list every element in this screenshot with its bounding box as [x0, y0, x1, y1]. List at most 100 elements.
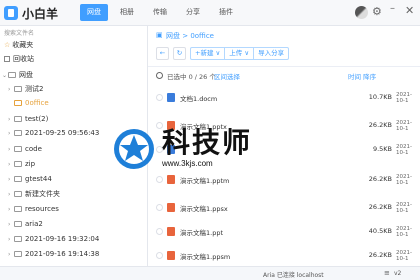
- star-icon: ☆: [4, 41, 11, 49]
- sidebar-item-favorites[interactable]: ☆ 收藏夹: [4, 39, 33, 51]
- file-name[interactable]: 演示文稿1.pptm: [180, 175, 229, 185]
- action-group: +新建 ∨ 上传 ∨ 导入分享: [190, 47, 290, 60]
- file-name[interactable]: 文档1.docm: [180, 93, 217, 103]
- file-name[interactable]: 演示文稿1.ppsm: [180, 251, 230, 261]
- row-checkbox[interactable]: [156, 176, 163, 183]
- sidebar-item-label: 新建文件夹: [25, 190, 60, 198]
- folder-icon: [8, 72, 16, 78]
- theme-toggle-icon[interactable]: [355, 6, 368, 19]
- tab-plugins[interactable]: 插件: [212, 4, 240, 21]
- toolbar: ← ↻ +新建 ∨ 上传 ∨ 导入分享: [156, 47, 293, 61]
- sidebar-item-folder[interactable]: › aria2: [8, 218, 43, 230]
- sidebar-item-label: code: [25, 145, 42, 153]
- sidebar-item-label: 回收站: [13, 55, 34, 63]
- sort-dropdown[interactable]: 时间 降序: [348, 71, 376, 81]
- sidebar-item-trash[interactable]: 回收站: [4, 53, 34, 65]
- folder-icon: [14, 116, 22, 122]
- watermark-title: 科技师: [162, 126, 253, 159]
- menu-icon[interactable]: ≡: [384, 269, 390, 277]
- file-date: 2021-10-1: [396, 92, 412, 104]
- file-name[interactable]: 演示文稿1.ppsx: [180, 203, 228, 213]
- app-title: 小白羊: [22, 7, 59, 21]
- file-row[interactable]: 演示文稿1.ppsm 26.2KB 2021-10-1: [156, 250, 420, 262]
- version-label: v2: [394, 270, 402, 277]
- tab-transfer[interactable]: 传输: [146, 4, 174, 21]
- sidebar-item-label: 2021-09-16 19:32:04: [25, 235, 100, 243]
- close-icon[interactable]: ✕: [405, 4, 414, 17]
- folder-icon: [14, 130, 22, 136]
- sidebar-item-folder[interactable]: › zip: [8, 158, 35, 170]
- list-header: 已选中 0 / 26 个 区间选择 时间 降序: [156, 70, 420, 82]
- aria-status: Aria 已连接 localhost: [263, 272, 324, 279]
- sidebar-item-folder[interactable]: › gtest44: [8, 173, 52, 185]
- selection-count: 已选中 0 / 26 个: [167, 73, 216, 81]
- powerpoint-file-icon: [167, 175, 175, 184]
- folder-icon: [14, 176, 22, 182]
- file-row[interactable]: 演示文稿1.ppt 40.5KB 2021-10-1: [156, 226, 420, 238]
- watermark: 科技师 www.3kjs.com: [112, 127, 318, 171]
- folder-icon: [14, 191, 22, 197]
- folder-icon: ▣: [156, 31, 163, 39]
- sidebar-item-folder[interactable]: › 测试2: [8, 83, 43, 95]
- sidebar-item-label: 2021-09-25 09:56:43: [25, 129, 100, 137]
- tab-album[interactable]: 相册: [113, 4, 141, 21]
- sidebar-item-folder-selected[interactable]: 0office: [8, 97, 49, 109]
- folder-icon: [14, 100, 22, 106]
- gear-icon[interactable]: ⚙: [372, 5, 382, 19]
- folder-icon: [14, 206, 22, 212]
- sidebar-item-folder[interactable]: › 2021-09-25 09:56:43: [8, 127, 99, 139]
- breadcrumb[interactable]: 网盘 > 0office: [166, 31, 214, 41]
- select-all-checkbox[interactable]: [156, 72, 163, 79]
- divider: [148, 66, 420, 67]
- tab-share[interactable]: 分享: [179, 4, 207, 21]
- app-logo-icon: [4, 6, 18, 20]
- sidebar-item-folder[interactable]: › resources: [8, 203, 59, 215]
- file-row[interactable]: 文档1.docm 10.7KB 2021-10-1: [156, 92, 420, 104]
- folder-icon: [14, 221, 22, 227]
- sidebar-item-netdisk[interactable]: ⌄ 网盘: [2, 69, 33, 81]
- import-share-button[interactable]: 导入分享: [254, 48, 288, 59]
- file-row[interactable]: 演示文稿1.pptm 26.2KB 2021-10-1: [156, 174, 420, 186]
- sidebar-item-folder[interactable]: › 2021-09-16 19:32:04: [8, 233, 99, 245]
- sidebar-item-folder[interactable]: › code: [8, 143, 42, 155]
- word-file-icon: [167, 93, 175, 102]
- powerpoint-file-icon: [167, 227, 175, 236]
- file-date: 2021-10-1: [396, 120, 412, 132]
- upload-button[interactable]: 上传 ∨: [225, 48, 255, 59]
- sidebar-item-label: 收藏夹: [12, 41, 34, 49]
- trash-icon: [4, 56, 10, 62]
- file-size: 26.2KB: [368, 251, 392, 259]
- row-checkbox[interactable]: [156, 204, 163, 211]
- new-button[interactable]: +新建 ∨: [191, 48, 226, 59]
- minimize-icon[interactable]: –: [390, 3, 395, 14]
- sidebar-item-label: test(2): [25, 115, 49, 123]
- sidebar-item-folder[interactable]: › 2021-09-16 19:14:38: [8, 248, 99, 260]
- file-row[interactable]: 演示文稿1.ppsx 26.2KB 2021-10-1: [156, 202, 420, 214]
- folder-icon: [14, 251, 22, 257]
- file-date: 2021-10-1: [396, 226, 412, 238]
- status-bar: Aria 已连接 localhost ≡ v2: [0, 266, 420, 280]
- sidebar-item-label: 0office: [25, 99, 49, 107]
- row-checkbox[interactable]: [156, 252, 163, 259]
- back-button[interactable]: ←: [156, 47, 169, 60]
- file-date: 2021-10-1: [396, 174, 412, 186]
- powerpoint-file-icon: [167, 203, 175, 212]
- range-select-link[interactable]: 区间选择: [214, 71, 240, 81]
- folder-icon: [14, 161, 22, 167]
- file-size: 26.2KB: [368, 175, 392, 183]
- file-size: 26.2KB: [368, 203, 392, 211]
- powerpoint-file-icon: [167, 251, 175, 260]
- row-checkbox[interactable]: [156, 94, 163, 101]
- sidebar-item-label: resources: [25, 205, 59, 213]
- sidebar-item-folder[interactable]: › test(2): [8, 113, 48, 125]
- folder-icon: [14, 86, 22, 92]
- tab-netdisk[interactable]: 网盘: [80, 4, 108, 21]
- row-checkbox[interactable]: [156, 228, 163, 235]
- file-size: 40.5KB: [368, 227, 392, 235]
- file-name[interactable]: 演示文稿1.ppt: [180, 227, 223, 237]
- sidebar-item-folder[interactable]: › 新建文件夹: [8, 188, 60, 200]
- refresh-button[interactable]: ↻: [173, 47, 186, 60]
- watermark-star-logo: [114, 129, 154, 169]
- file-date: 2021-10-1: [396, 202, 412, 214]
- sidebar-search-text[interactable]: 搜索文件名: [4, 28, 34, 37]
